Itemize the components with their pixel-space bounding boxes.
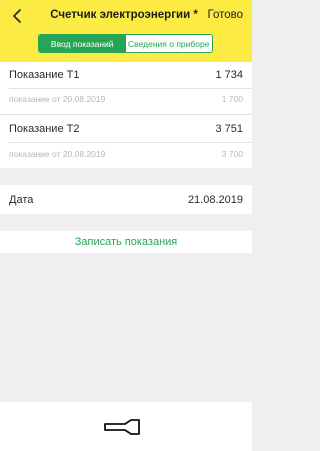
submit-readings-button[interactable]: Записать показания — [0, 231, 252, 253]
date-value[interactable]: 21.08.2019 — [188, 194, 243, 206]
reading-t1-previous-row: показание от 20.08.2019 1 700 — [0, 89, 252, 109]
readings-section: Показание Т1 1 734 показание от 20.08.20… — [0, 62, 252, 168]
reading-t2-previous-label: показание от 20.08.2019 — [9, 148, 106, 159]
reading-t2-value[interactable]: 3 751 — [215, 123, 243, 135]
tab-device-info[interactable]: Сведения о приборе — [126, 35, 213, 52]
reading-t1-value[interactable]: 1 734 — [215, 69, 243, 81]
reading-t2-label: Показание Т2 — [9, 123, 80, 135]
page-title: Счетчик электроэнергии * — [50, 9, 198, 21]
flashlight-button[interactable] — [104, 417, 140, 437]
tab-input-readings[interactable]: Ввод показаний — [39, 35, 126, 52]
reading-t2-previous-row: показание от 20.08.2019 3 700 — [0, 143, 252, 164]
done-button[interactable]: Готово — [207, 9, 243, 21]
back-button[interactable] — [8, 6, 26, 26]
reading-t1-row[interactable]: Показание Т1 1 734 — [0, 63, 252, 87]
tab-switcher: Ввод показаний Сведения о приборе — [38, 34, 213, 53]
divider — [0, 114, 252, 115]
header-bar: Счетчик электроэнергии * Готово Ввод пок… — [0, 0, 252, 62]
date-row[interactable]: Дата 21.08.2019 — [0, 185, 252, 214]
reading-t1-previous-value: 1 700 — [221, 94, 243, 104]
date-label: Дата — [9, 193, 34, 206]
reading-t2-previous-value: 3 700 — [221, 148, 243, 159]
reading-t1-label: Показание Т1 — [9, 69, 80, 81]
flashlight-icon — [104, 419, 140, 435]
reading-t2-row[interactable]: Показание Т2 3 751 — [0, 117, 252, 141]
reading-t1-previous-label: показание от 20.08.2019 — [9, 94, 106, 104]
date-section: Дата 21.08.2019 — [0, 185, 252, 214]
chevron-left-icon — [13, 9, 21, 23]
